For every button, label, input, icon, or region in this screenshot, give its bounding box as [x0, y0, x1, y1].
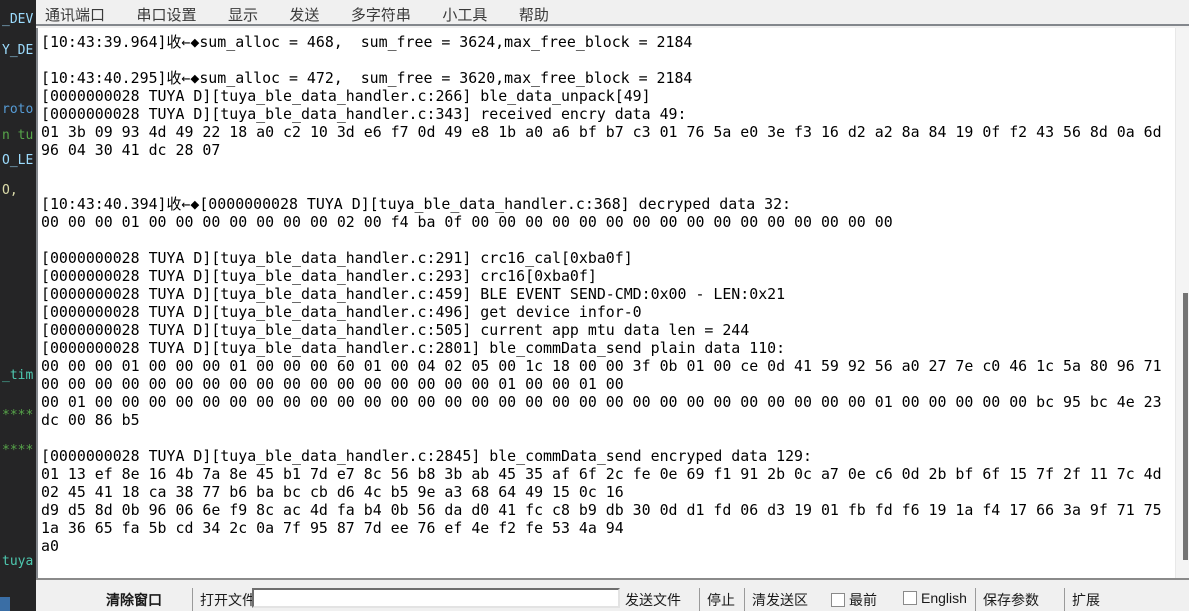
receive-log-area[interactable]: [10:43:39.964]收←◆sum_alloc = 468, sum_fr…	[36, 28, 1189, 578]
log-line: [10:43:40.394]收←◆[0000000028 TUYA D][tuy…	[41, 195, 1189, 213]
code-fragment: ****	[2, 408, 33, 423]
separator	[744, 588, 745, 611]
open-file-button[interactable]: 打开文件	[200, 590, 256, 610]
log-line: [0000000028 TUYA D][tuya_ble_data_handle…	[41, 321, 1189, 339]
send-file-button[interactable]: 发送文件	[625, 590, 681, 610]
log-line: [0000000028 TUYA D][tuya_ble_data_handle…	[41, 339, 1189, 357]
log-line: 1a 36 65 fa 5b cd 34 2c 0a 7f 95 87 7d e…	[41, 519, 1189, 537]
log-line: 01 3b 09 93 4d 49 22 18 a0 c2 10 3d e6 f…	[41, 123, 1189, 141]
clear-window-button[interactable]: 清除窗口	[106, 590, 162, 610]
log-line: [0000000028 TUYA D][tuya_ble_data_handle…	[41, 87, 1189, 105]
log-line: [10:43:40.295]收←◆sum_alloc = 472, sum_fr…	[41, 69, 1189, 87]
editor-statusbar-corner	[0, 597, 10, 611]
bottom-toolbar: 清除窗口 打开文件 发送文件 停止 清发送区 最前 English 保存参数 扩…	[36, 578, 1189, 611]
log-line: 00 01 00 00 00 00 00 00 00 00 00 00 00 0…	[41, 393, 1189, 411]
code-fragment: Y_DE	[2, 43, 33, 58]
english-checkbox[interactable]: English	[903, 590, 967, 606]
separator	[1064, 588, 1065, 611]
menu-item-help[interactable]: 帮助	[519, 4, 549, 25]
menu-item-comm-port[interactable]: 通讯端口	[45, 4, 105, 25]
always-on-top-checkbox[interactable]: 最前	[831, 590, 877, 610]
extend-button[interactable]: 扩展	[1072, 590, 1100, 610]
menu-item-display[interactable]: 显示	[228, 4, 258, 25]
log-line: dc 00 86 b5	[41, 411, 1189, 429]
menu-item-tools[interactable]: 小工具	[442, 4, 487, 25]
log-line: 96 04 30 41 dc 28 07	[41, 141, 1189, 159]
menu-item-multi-string[interactable]: 多字符串	[351, 4, 411, 25]
log-line	[41, 177, 1189, 195]
scrollbar-track[interactable]	[1175, 28, 1189, 578]
screen: _DEV Y_DE roto n tu O_LE O, _tim **** **…	[0, 0, 1189, 611]
log-line	[41, 429, 1189, 447]
log-line: [0000000028 TUYA D][tuya_ble_data_handle…	[41, 447, 1189, 465]
code-fragment: ****	[2, 443, 33, 458]
scrollbar-thumb[interactable]	[1183, 293, 1188, 560]
log-line	[41, 231, 1189, 249]
log-line: 02 45 41 18 ca 38 77 b6 ba bc cb d6 4c b…	[41, 483, 1189, 501]
code-fragment: n tu	[2, 128, 33, 143]
log-line: a0	[41, 537, 1189, 555]
log-line: 00 00 00 01 00 00 00 00 00 00 00 02 00 f…	[41, 213, 1189, 231]
menu-item-send[interactable]: 发送	[289, 4, 319, 25]
stop-button[interactable]: 停止	[707, 590, 735, 610]
always-on-top-label: 最前	[849, 592, 877, 608]
code-fragment: roto	[2, 102, 33, 117]
menu-bar: 通讯端口 串口设置 显示 发送 多字符串 小工具 帮助	[36, 0, 1189, 26]
checkbox-icon[interactable]	[903, 591, 917, 605]
log-line: d9 d5 8d 0b 96 06 6e f9 8c ac 4d fa b4 0…	[41, 501, 1189, 519]
code-fragment: _tim	[2, 368, 33, 383]
code-fragment: O,	[2, 183, 18, 198]
log-line: [0000000028 TUYA D][tuya_ble_data_handle…	[41, 285, 1189, 303]
separator	[699, 588, 700, 611]
background-code-editor[interactable]: _DEV Y_DE roto n tu O_LE O, _tim **** **…	[0, 0, 36, 611]
log-line	[41, 159, 1189, 177]
log-line: 00 00 00 01 00 00 00 01 00 00 00 60 01 0…	[41, 357, 1189, 375]
code-fragment: O_LE	[2, 153, 33, 168]
code-fragment: _DEV	[2, 12, 33, 27]
log-line: [0000000028 TUYA D][tuya_ble_data_handle…	[41, 105, 1189, 123]
file-path-input[interactable]	[252, 588, 620, 608]
separator	[975, 588, 976, 611]
log-line: [0000000028 TUYA D][tuya_ble_data_handle…	[41, 267, 1189, 285]
log-line: [0000000028 TUYA D][tuya_ble_data_handle…	[41, 303, 1189, 321]
checkbox-icon[interactable]	[831, 593, 845, 607]
log-line: [0000000028 TUYA D][tuya_ble_data_handle…	[41, 249, 1189, 267]
english-label: English	[921, 590, 967, 606]
log-line	[41, 51, 1189, 69]
log-line: 01 13 ef 8e 16 4b 7a 8e 45 b1 7d e7 8c 5…	[41, 465, 1189, 483]
log-line: 00 00 00 00 00 00 00 00 00 00 00 00 00 0…	[41, 375, 1189, 393]
log-line: [10:43:39.964]收←◆sum_alloc = 468, sum_fr…	[41, 33, 1189, 51]
save-params-button[interactable]: 保存参数	[983, 590, 1039, 610]
code-fragment: tuya	[2, 554, 33, 569]
clear-send-area-button[interactable]: 清发送区	[752, 590, 808, 610]
separator	[192, 588, 193, 611]
menu-item-serial-settings[interactable]: 串口设置	[136, 4, 196, 25]
